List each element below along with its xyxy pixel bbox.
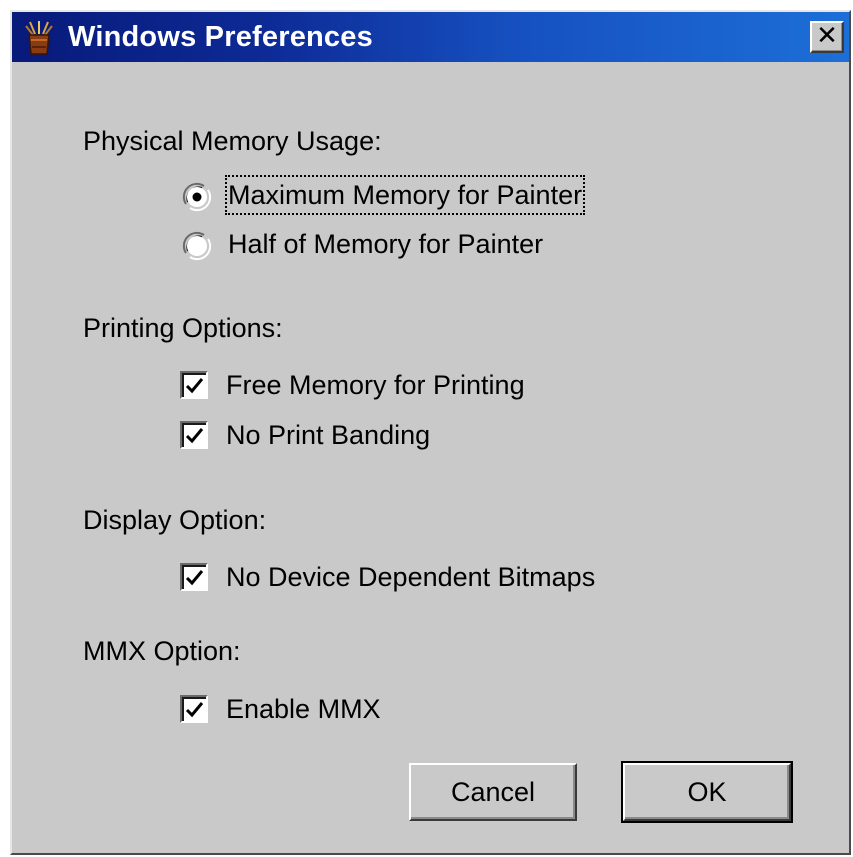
radio-half-memory-label: Half of Memory for Painter [228,229,544,259]
painter-brush-pot-icon [25,21,53,55]
checkbox-enable-mmx[interactable]: Enable MMX [180,692,480,726]
preferences-dialog: Windows Preferences ✕ Physical Memory Us… [10,10,851,855]
radio-selected-icon [182,182,212,212]
radio-maximum-memory[interactable]: Maximum Memory for Painter [182,175,602,215]
title-bar[interactable]: Windows Preferences ✕ [12,12,849,62]
checkbox-no-device-dependent-bitmaps[interactable]: No Device Dependent Bitmaps [180,560,640,594]
close-icon: ✕ [816,21,838,51]
checkbox-no-print-banding[interactable]: No Print Banding [180,418,580,452]
checkbox-enable-mmx-label: Enable MMX [226,694,381,724]
physical-memory-label: Physical Memory Usage: [83,126,382,156]
cancel-button[interactable]: Cancel [409,763,577,821]
display-option-label: Display Option: [83,505,267,535]
checkbox-checked-icon [180,371,208,399]
close-button[interactable]: ✕ [810,21,844,53]
window-title: Windows Preferences [68,21,373,53]
checkbox-free-memory-printing[interactable]: Free Memory for Printing [180,368,580,402]
printing-options-label: Printing Options: [83,313,283,343]
mmx-option-label: MMX Option: [83,636,241,666]
radio-half-memory[interactable]: Half of Memory for Painter [182,227,602,261]
radio-maximum-memory-label: Maximum Memory for Painter [224,175,586,215]
checkbox-checked-icon [180,695,208,723]
checkbox-no-print-banding-label: No Print Banding [226,420,431,450]
checkbox-no-device-bitmaps-label: No Device Dependent Bitmaps [226,562,596,592]
checkbox-free-memory-label: Free Memory for Printing [226,370,525,400]
checkbox-checked-icon [180,563,208,591]
checkbox-checked-icon [180,421,208,449]
radio-unselected-icon [182,231,212,261]
ok-button[interactable]: OK [621,761,793,823]
